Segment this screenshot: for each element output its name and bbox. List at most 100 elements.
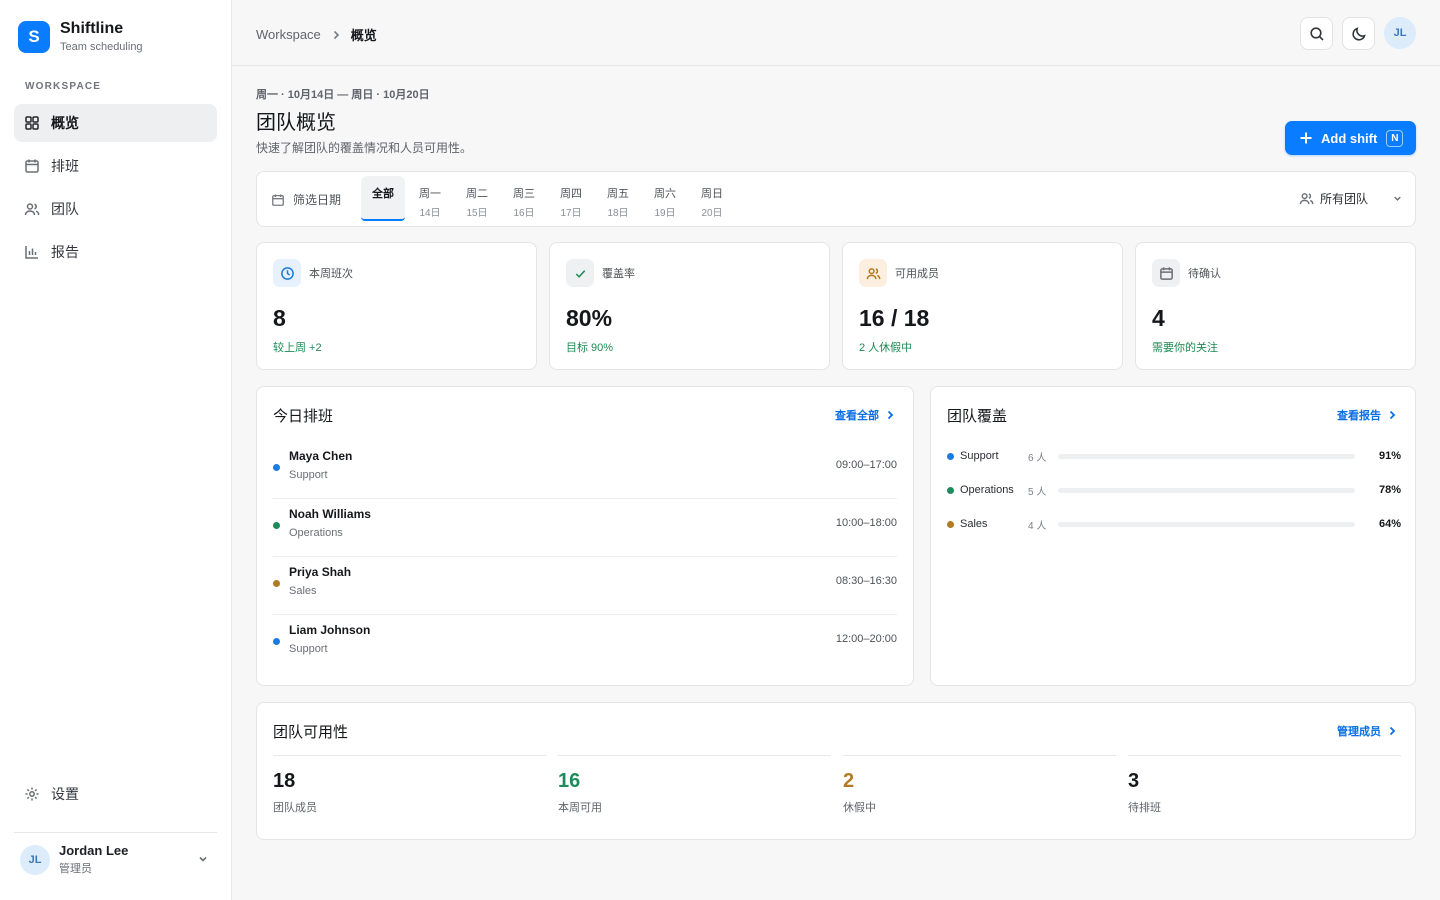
coverage-bar-fill — [1058, 487, 1290, 493]
sidebar-item-label: 排班 — [51, 158, 79, 174]
shift-person: Liam Johnson — [289, 623, 371, 637]
stat-card-available-members: 可用成员 16 / 18 2 人休假中 — [842, 242, 1123, 370]
shift-team: Support — [289, 643, 328, 655]
tab-friday[interactable]: 周五 18日 — [596, 176, 640, 221]
shift-list: Maya Chen Support 09:00–17:00 Noah Willi… — [273, 441, 897, 673]
chevron-down-icon — [199, 856, 207, 862]
stat-note: 较上周 +2 — [273, 342, 322, 354]
stat-label: 本周班次 — [309, 268, 353, 280]
tab-tuesday[interactable]: 周二 15日 — [455, 176, 499, 221]
coverage-team: Sales — [960, 518, 988, 530]
today-shifts-panel: 今日排班 查看全部 Maya Chen Support 09:00–17:00 … — [256, 386, 914, 686]
chevron-right-icon — [1389, 726, 1396, 736]
sidebar-item-label: 概览 — [51, 115, 79, 131]
shift-team: Sales — [289, 585, 317, 597]
plus-icon — [1300, 132, 1312, 144]
user-menu[interactable]: JL Jordan Lee 管理员 — [14, 832, 217, 876]
brand[interactable]: S Shiftline Team scheduling — [18, 20, 143, 53]
tab-day: 周四 — [560, 188, 582, 200]
tab-sunday[interactable]: 周日 20日 — [690, 176, 734, 221]
chevron-right-icon — [887, 410, 894, 420]
coverage-percent: 64% — [1378, 518, 1401, 530]
chevron-right-icon — [333, 30, 339, 39]
page-subtitle: 快速了解团队的覆盖情况和人员可用性。 — [256, 141, 473, 155]
date-range: 周一 · 10月14日 — 周日 · 10月20日 — [256, 89, 430, 101]
add-shift-button[interactable]: Add shift N — [1285, 121, 1416, 155]
coverage-list: Support 6 人 91% Operations 5 人 78% Sales… — [947, 439, 1401, 541]
stat-note: 2 人休假中 — [859, 342, 913, 354]
tab-wednesday[interactable]: 周三 16日 — [502, 176, 546, 221]
list-item[interactable]: Noah Williams Operations 10:00–18:00 — [273, 499, 897, 557]
view-report-link[interactable]: 查看报告 — [1337, 407, 1397, 423]
coverage-bar-fill — [1058, 453, 1329, 459]
coverage-count: 4 人 — [1028, 520, 1047, 532]
users-icon — [24, 203, 40, 216]
list-item[interactable]: Maya Chen Support 09:00–17:00 — [273, 441, 897, 499]
stat-value: 80% — [566, 305, 613, 331]
team-color-dot — [947, 486, 954, 494]
tab-date: 19日 — [654, 208, 676, 219]
shift-team: Operations — [289, 527, 343, 539]
sidebar-item-reports[interactable]: 报告 — [14, 233, 217, 271]
brand-subtitle: Team scheduling — [60, 41, 143, 53]
coverage-count: 5 人 — [1028, 486, 1047, 498]
workspace-section-label: WORKSPACE — [25, 81, 102, 92]
tab-day: 周五 — [607, 188, 629, 200]
list-item[interactable]: Liam Johnson Support 12:00–20:00 — [273, 615, 897, 673]
tab-date: 16日 — [513, 208, 535, 219]
users-icon — [1299, 193, 1314, 205]
availability-value: 2 — [843, 770, 855, 792]
breadcrumb-root[interactable]: Workspace — [256, 27, 321, 42]
gear-icon — [25, 787, 39, 801]
team-color-dot — [273, 522, 280, 529]
sidebar-item-label: 团队 — [51, 201, 79, 217]
list-item[interactable]: Priya Shah Sales 08:30–16:30 — [273, 557, 897, 615]
stat-value: 4 — [1152, 305, 1165, 331]
coverage-bar — [1058, 521, 1355, 527]
tab-thursday[interactable]: 周四 17日 — [549, 176, 593, 221]
tab-date: 17日 — [560, 208, 582, 219]
avatar: JL — [20, 844, 50, 875]
team-color-dot — [947, 520, 954, 528]
theme-toggle-button[interactable] — [1342, 17, 1375, 50]
coverage-count: 6 人 — [1028, 452, 1047, 464]
availability-value: 18 — [273, 770, 296, 792]
sidebar-item-settings[interactable]: 设置 — [14, 775, 217, 813]
avatar[interactable]: JL — [1384, 17, 1416, 49]
tab-saturday[interactable]: 周六 19日 — [643, 176, 687, 221]
users-icon — [866, 267, 880, 279]
view-all-link[interactable]: 查看全部 — [835, 407, 895, 423]
team-coverage-panel: 团队覆盖 查看报告 Support 6 人 91% Operations 5 人… — [930, 386, 1416, 686]
shift-person: Maya Chen — [289, 449, 353, 463]
search-button[interactable] — [1300, 17, 1333, 50]
link-label: 管理成员 — [1337, 726, 1381, 738]
stat-icon-box — [1152, 259, 1180, 287]
availability-label: 本周可用 — [558, 802, 602, 814]
sidebar-item-schedule[interactable]: 排班 — [14, 147, 217, 185]
stat-label: 待确认 — [1188, 268, 1221, 280]
stat-note: 目标 90% — [566, 342, 614, 354]
stat-card-coverage: 覆盖率 80% 目标 90% — [549, 242, 830, 370]
stat-card-pending: 待确认 4 需要你的关注 — [1135, 242, 1416, 370]
grid-icon — [25, 116, 39, 130]
tab-all[interactable]: 全部 — [361, 176, 405, 221]
check-icon — [575, 269, 585, 278]
day-tabs: 全部 周一 14日 周二 15日 周三 16日 周四 17日 周五 18日 周六 19日 周… — [361, 176, 737, 221]
stat-icon-box — [273, 259, 301, 287]
coverage-row: Sales 4 人 64% — [947, 507, 1401, 541]
team-select[interactable]: 所有团队 — [1299, 190, 1403, 207]
tab-monday[interactable]: 周一 14日 — [408, 176, 452, 221]
chevron-down-icon — [1394, 196, 1401, 201]
team-color-dot — [947, 452, 954, 460]
stat-icon-box — [859, 259, 887, 287]
sidebar-item-team[interactable]: 团队 — [14, 190, 217, 228]
panel-title: 今日排班 — [273, 408, 334, 425]
manage-members-link[interactable]: 管理成员 — [1337, 723, 1397, 739]
coverage-row: Support 6 人 91% — [947, 439, 1401, 473]
sidebar-item-overview[interactable]: 概览 — [14, 104, 217, 142]
coverage-team: Support — [960, 450, 999, 462]
shift-time: 08:30–16:30 — [835, 575, 897, 587]
brand-logo: S — [18, 20, 50, 53]
availability-value: 3 — [1128, 770, 1140, 792]
availability-value: 16 — [558, 770, 581, 792]
